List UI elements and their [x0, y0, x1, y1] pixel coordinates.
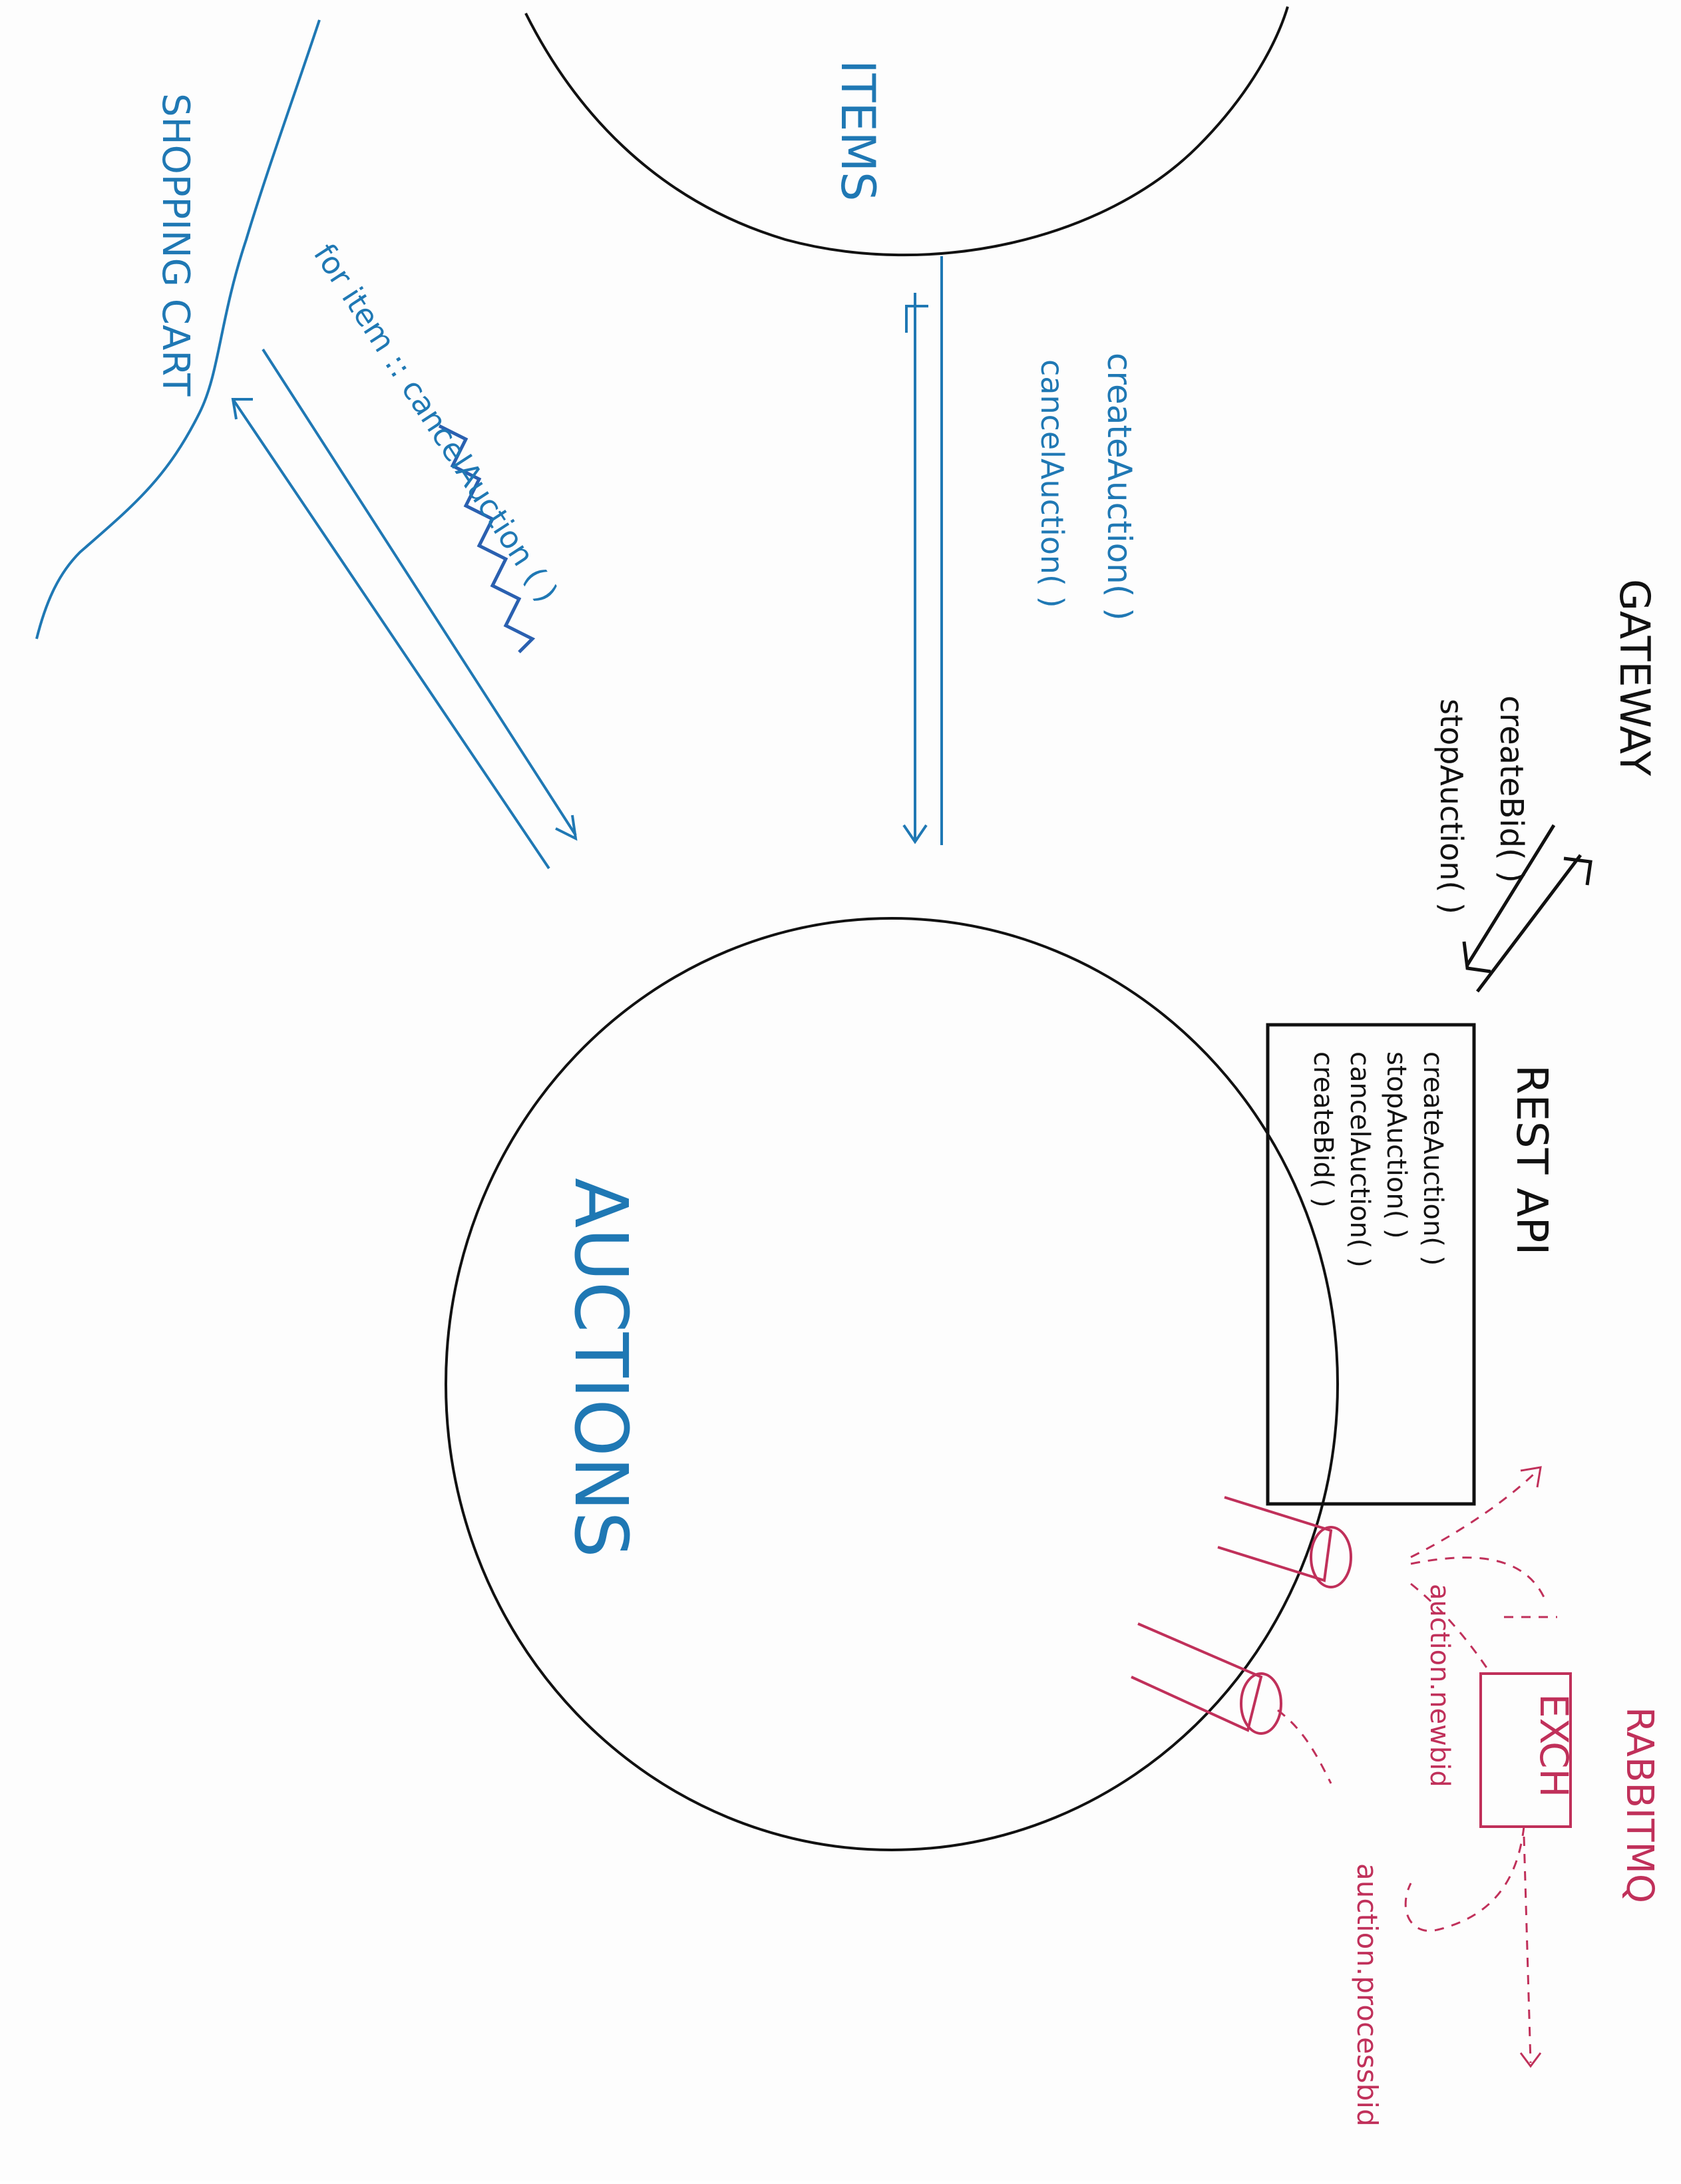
- shopping-cart-label: SHOPPING CART: [154, 93, 197, 397]
- flow-items-create-auction: createAuction( ): [1100, 353, 1139, 621]
- rest-api-method: stopAuction( ): [1381, 1051, 1411, 1239]
- queue-process-bid: [1131, 1622, 1282, 1735]
- auctions-label: AUCTIONS: [558, 1178, 644, 1558]
- items-label: ITEMS: [831, 60, 885, 201]
- rabbitmq-label: RABBITMQ: [1618, 1707, 1661, 1903]
- flow-cart-cancel-auction: for item :: cancelAuction ( ): [307, 238, 566, 609]
- items-service-circle: [524, 6, 1289, 257]
- queue-process-bid-label: auction.processbid: [1351, 1863, 1384, 2127]
- flow-items-cancel-auction: cancelAuction( ): [1034, 359, 1070, 608]
- flow-gateway-stop-auction: stopAuction( ): [1433, 699, 1469, 914]
- rest-api-method: createBid( ): [1308, 1051, 1338, 1208]
- rest-api-title: REST API: [1507, 1065, 1556, 1255]
- queue-new-bid: [1217, 1496, 1352, 1588]
- rest-api-method: createAuction( ): [1417, 1051, 1448, 1266]
- rest-api-method: cancelAuction( ): [1344, 1051, 1375, 1268]
- items-auctions-arrows: [902, 256, 943, 845]
- rabbitmq-routing-lines: [1277, 1466, 1557, 2068]
- gateway-label: GATEWAY: [1610, 579, 1659, 776]
- exchange-label: EXCH: [1531, 1694, 1577, 1797]
- queue-new-bid-label: auction.newbid: [1424, 1584, 1455, 1787]
- diagram-sheet: ITEMS SHOPPING CART GATEWAY AUCTIONS RES…: [0, 0, 1681, 2181]
- flow-gateway-create-bid: createBid( ): [1493, 695, 1530, 883]
- cart-auctions-arrows: [231, 348, 578, 870]
- architecture-diagram: ITEMS SHOPPING CART GATEWAY AUCTIONS RES…: [35, 6, 1661, 2127]
